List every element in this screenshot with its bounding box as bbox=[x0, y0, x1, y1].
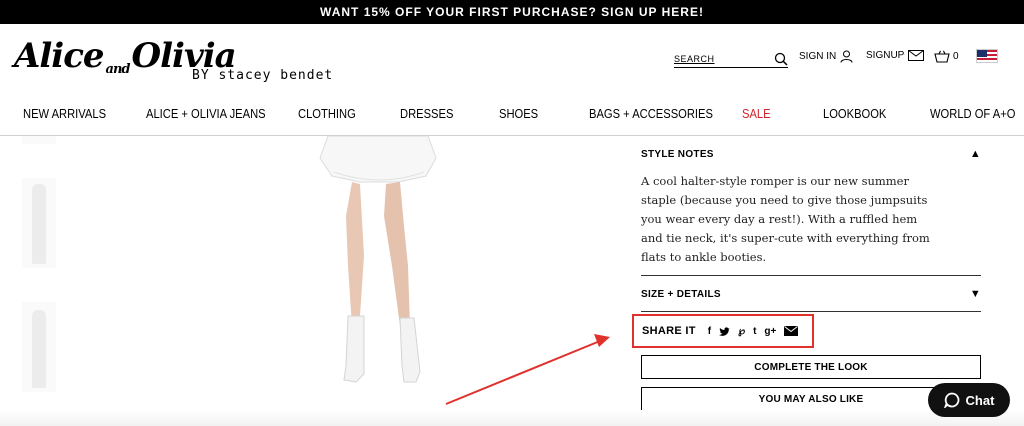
search-label: SEARCH bbox=[674, 53, 715, 64]
brand-logo[interactable]: Alice andOlivia BY stacey bendet bbox=[14, 36, 344, 88]
product-image[interactable] bbox=[260, 136, 480, 386]
email-share-icon[interactable] bbox=[784, 326, 799, 336]
nav-bags-accessories[interactable]: BAGS + ACCESSORIES bbox=[589, 106, 713, 121]
main-navigation: NEW ARRIVALS ALICE + OLIVIA JEANS CLOTHI… bbox=[0, 100, 1024, 136]
facebook-icon[interactable]: f bbox=[708, 326, 711, 337]
cart-count: 0 bbox=[953, 51, 959, 62]
divider bbox=[641, 275, 981, 276]
size-details-header[interactable]: SIZE + DETAILS ▼ bbox=[641, 288, 981, 300]
collapse-triangle-icon: ▲ bbox=[969, 148, 981, 160]
chat-label: Chat bbox=[965, 392, 995, 408]
logo-byline: BY stacey bendet bbox=[192, 68, 334, 83]
envelope-icon bbox=[908, 50, 925, 61]
twitter-icon[interactable] bbox=[719, 326, 731, 336]
promo-text[interactable]: WANT 15% OFF YOUR FIRST PURCHASE? SIGN U… bbox=[320, 5, 704, 19]
nav-sale[interactable]: SALE bbox=[742, 106, 771, 121]
nav-clothing[interactable]: CLOTHING bbox=[298, 106, 356, 121]
share-label: SHARE IT bbox=[642, 325, 696, 337]
style-notes-title: STYLE NOTES bbox=[641, 148, 714, 160]
style-notes-text: A cool halter-style romper is our new su… bbox=[641, 174, 930, 264]
signup-link[interactable]: SIGNUP bbox=[866, 50, 925, 61]
nav-new-arrivals[interactable]: NEW ARRIVALS bbox=[23, 106, 106, 121]
cart-link[interactable]: 0 bbox=[934, 50, 959, 63]
search-field[interactable]: SEARCH bbox=[674, 50, 788, 68]
us-flag-icon[interactable] bbox=[976, 49, 998, 63]
page-fold bbox=[0, 410, 1024, 426]
share-row: SHARE IT f ℘ t g+ bbox=[632, 314, 814, 348]
divider bbox=[641, 311, 981, 312]
nav-shoes[interactable]: SHOES bbox=[499, 106, 538, 121]
promo-banner[interactable]: WANT 15% OFF YOUR FIRST PURCHASE? SIGN U… bbox=[0, 0, 1024, 24]
size-details-title: SIZE + DETAILS bbox=[641, 288, 721, 300]
nav-jeans[interactable]: ALICE + OLIVIA JEANS bbox=[146, 106, 266, 121]
user-icon bbox=[840, 50, 853, 63]
style-notes-header[interactable]: STYLE NOTES ▲ bbox=[641, 148, 981, 160]
thumbnail-strip bbox=[0, 136, 80, 426]
complete-the-look-button[interactable]: COMPLETE THE LOOK bbox=[641, 355, 981, 379]
sign-in-link[interactable]: SIGN IN bbox=[799, 50, 853, 63]
product-thumbnail[interactable] bbox=[22, 136, 56, 144]
nav-lookbook[interactable]: LOOKBOOK bbox=[823, 106, 886, 121]
tumblr-icon[interactable]: t bbox=[753, 326, 756, 337]
nav-dresses[interactable]: DRESSES bbox=[400, 106, 453, 121]
nav-world-of-ao[interactable]: WORLD OF A+O bbox=[930, 106, 1015, 121]
search-icon[interactable] bbox=[774, 52, 788, 66]
chat-button[interactable]: Chat bbox=[928, 383, 1010, 417]
chat-bubble-icon bbox=[943, 392, 959, 408]
basket-icon bbox=[934, 50, 950, 63]
product-thumbnail[interactable] bbox=[22, 302, 56, 392]
sign-in-label: SIGN IN bbox=[799, 51, 837, 62]
google-plus-icon[interactable]: g+ bbox=[764, 326, 776, 337]
signup-label: SIGNUP bbox=[866, 50, 905, 61]
product-thumbnail[interactable] bbox=[22, 178, 56, 268]
expand-triangle-icon: ▼ bbox=[969, 288, 981, 300]
pinterest-icon[interactable]: ℘ bbox=[738, 326, 745, 337]
